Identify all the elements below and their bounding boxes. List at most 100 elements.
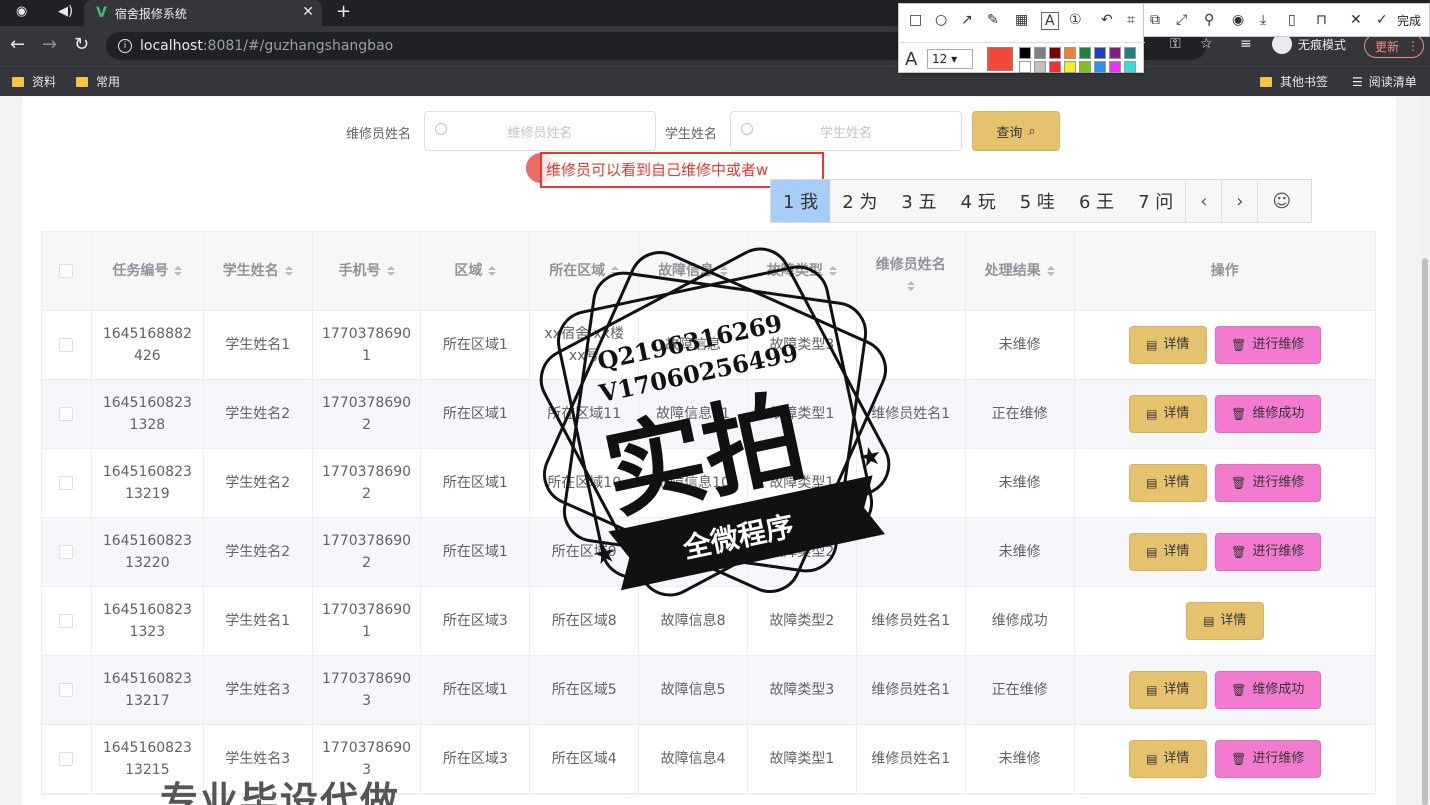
incognito-indicator[interactable]: 无痕模式 xyxy=(1272,34,1346,54)
color-swatch-white[interactable] xyxy=(1019,61,1031,73)
sort-icon[interactable] xyxy=(828,266,837,276)
detail-button[interactable]: ▤ 详情 xyxy=(1128,740,1207,778)
ime-candidate[interactable]: 6 王 xyxy=(1067,180,1126,222)
ime-candidate[interactable]: 3 五 xyxy=(889,180,948,222)
bookmark-folder-2[interactable]: 常用 xyxy=(76,73,120,90)
header-phone[interactable]: 手机号 xyxy=(313,232,422,310)
color-swatch-magenta[interactable] xyxy=(1109,61,1121,73)
cancel-icon[interactable]: ✕ xyxy=(1350,12,1362,28)
sort-icon[interactable] xyxy=(1046,266,1055,276)
emoji-icon[interactable]: ☺ xyxy=(1257,180,1305,222)
color-swatch-blue[interactable] xyxy=(1094,47,1106,59)
download-icon[interactable]: ⤓ xyxy=(1260,12,1266,28)
ime-prev-icon[interactable]: ‹ xyxy=(1185,180,1221,222)
sort-icon[interactable] xyxy=(284,266,293,276)
done-check-icon[interactable]: ✓ xyxy=(1376,12,1388,28)
new-tab-icon[interactable]: + xyxy=(336,1,351,22)
detail-button[interactable]: ▤ 详情 xyxy=(1128,533,1207,571)
undo-icon[interactable]: ↶ xyxy=(1101,12,1113,28)
header-repairman[interactable]: 维修员姓名 xyxy=(857,232,966,310)
record-icon[interactable]: ◉ xyxy=(1232,12,1244,28)
ime-candidate[interactable]: 1 我 xyxy=(771,180,831,222)
header-result[interactable]: 处理结果 xyxy=(966,232,1075,310)
header-area[interactable]: 区域 xyxy=(421,232,531,310)
sort-icon[interactable] xyxy=(386,266,395,276)
current-color-swatch[interactable] xyxy=(987,47,1013,71)
row-checkbox[interactable] xyxy=(59,683,74,697)
start-repair-button[interactable]: 🗑 进行维修 xyxy=(1214,464,1321,502)
reload-icon[interactable]: ↻ xyxy=(74,34,89,55)
font-size-select[interactable]: 12 ▾ xyxy=(927,49,973,69)
done-label[interactable]: 完成 xyxy=(1397,12,1421,29)
ime-next-icon[interactable]: › xyxy=(1221,180,1257,222)
bookmark-folder-1[interactable]: 资料 xyxy=(12,73,56,90)
header-task-id[interactable]: 任务编号 xyxy=(92,232,204,310)
detail-button[interactable]: ▤ 详情 xyxy=(1128,671,1207,709)
color-swatch-black[interactable] xyxy=(1019,47,1031,59)
crop-icon[interactable]: ⌗ xyxy=(1127,12,1135,28)
rectangle-tool-icon[interactable]: □ xyxy=(909,12,922,28)
detail-button[interactable]: ▤ 详情 xyxy=(1128,326,1207,364)
sort-icon[interactable] xyxy=(906,281,915,291)
forward-icon[interactable]: → xyxy=(42,34,57,55)
site-info-icon[interactable]: i xyxy=(118,39,132,53)
mosaic-tool-icon[interactable]: ▦ xyxy=(1015,12,1028,28)
color-swatch-maroon[interactable] xyxy=(1049,47,1061,59)
close-tab-icon[interactable]: ✕ xyxy=(302,4,314,20)
phone-icon[interactable]: ▯ xyxy=(1288,12,1296,28)
sort-icon[interactable] xyxy=(174,266,183,276)
repairman-search-input[interactable]: 维修员姓名 xyxy=(424,111,656,151)
row-checkbox[interactable] xyxy=(59,614,74,628)
text-tool-icon[interactable]: A xyxy=(1041,12,1059,30)
update-button[interactable]: 更新 ⋮ xyxy=(1364,34,1424,58)
scrollbar-thumb[interactable] xyxy=(1422,258,1428,805)
globe-icon[interactable]: ◉ xyxy=(16,4,27,19)
detail-button[interactable]: ▤ 详情 xyxy=(1128,395,1207,433)
playlist-icon[interactable]: ≡ xyxy=(1240,36,1252,52)
detail-button[interactable]: ▤ 详情 xyxy=(1185,602,1264,640)
select-all-checkbox[interactable] xyxy=(59,264,74,278)
number-tool-icon[interactable]: ① xyxy=(1069,12,1082,28)
reading-list[interactable]: ☰ 阅读清单 xyxy=(1352,73,1417,90)
bookmark-icon[interactable]: ⊓ xyxy=(1316,12,1327,28)
other-bookmarks[interactable]: 其他书签 xyxy=(1260,73,1328,90)
pin-icon[interactable]: ⚲ xyxy=(1204,12,1214,28)
speaker-icon[interactable]: ◀) xyxy=(58,4,73,19)
ellipse-tool-icon[interactable]: ○ xyxy=(935,12,947,28)
color-swatch-red[interactable] xyxy=(1049,61,1061,73)
color-swatch-green[interactable] xyxy=(1079,47,1091,59)
back-icon[interactable]: ← xyxy=(10,34,25,55)
sort-icon[interactable] xyxy=(720,266,729,276)
start-repair-button[interactable]: 🗑 进行维修 xyxy=(1214,326,1321,364)
color-swatch-silver[interactable] xyxy=(1034,61,1046,73)
color-swatch-purple[interactable] xyxy=(1109,47,1121,59)
header-student[interactable]: 学生姓名 xyxy=(204,232,313,310)
sort-icon[interactable] xyxy=(611,266,620,276)
detail-button[interactable]: ▤ 详情 xyxy=(1128,464,1207,502)
repair-success-button[interactable]: 🗑 维修成功 xyxy=(1214,671,1321,709)
color-swatch-cyan[interactable] xyxy=(1124,61,1136,73)
color-swatch-teal[interactable] xyxy=(1124,47,1136,59)
ime-candidate[interactable]: 4 玩 xyxy=(949,180,1008,222)
ime-candidate[interactable]: 7 问 xyxy=(1126,180,1185,222)
row-checkbox[interactable] xyxy=(59,476,74,490)
row-checkbox[interactable] xyxy=(59,338,74,352)
color-swatch-orange[interactable] xyxy=(1064,47,1076,59)
key-icon[interactable]: ⚿ xyxy=(1170,36,1181,52)
color-swatch-lime[interactable] xyxy=(1079,61,1091,73)
student-search-input[interactable]: 学生姓名 xyxy=(730,111,962,151)
sort-icon[interactable] xyxy=(488,266,497,276)
query-button[interactable]: 查询 ⌕ xyxy=(972,111,1060,151)
color-swatch-gray[interactable] xyxy=(1034,47,1046,59)
repair-success-button[interactable]: 🗑 维修成功 xyxy=(1214,395,1321,433)
copy-icon[interactable]: ⧉ xyxy=(1150,12,1160,28)
row-checkbox[interactable] xyxy=(59,545,74,559)
pen-tool-icon[interactable]: ✎ xyxy=(987,12,999,28)
start-repair-button[interactable]: 🗑 进行维修 xyxy=(1214,740,1321,778)
row-checkbox[interactable] xyxy=(59,407,74,421)
ime-candidate[interactable]: 5 哇 xyxy=(1008,180,1067,222)
start-repair-button[interactable]: 🗑 进行维修 xyxy=(1214,533,1321,571)
header-fault[interactable]: 故障信息 xyxy=(639,232,748,310)
star-icon[interactable]: ☆ xyxy=(1200,36,1213,52)
browser-tab[interactable]: V 宿舍报修系统 ✕ xyxy=(84,0,322,26)
